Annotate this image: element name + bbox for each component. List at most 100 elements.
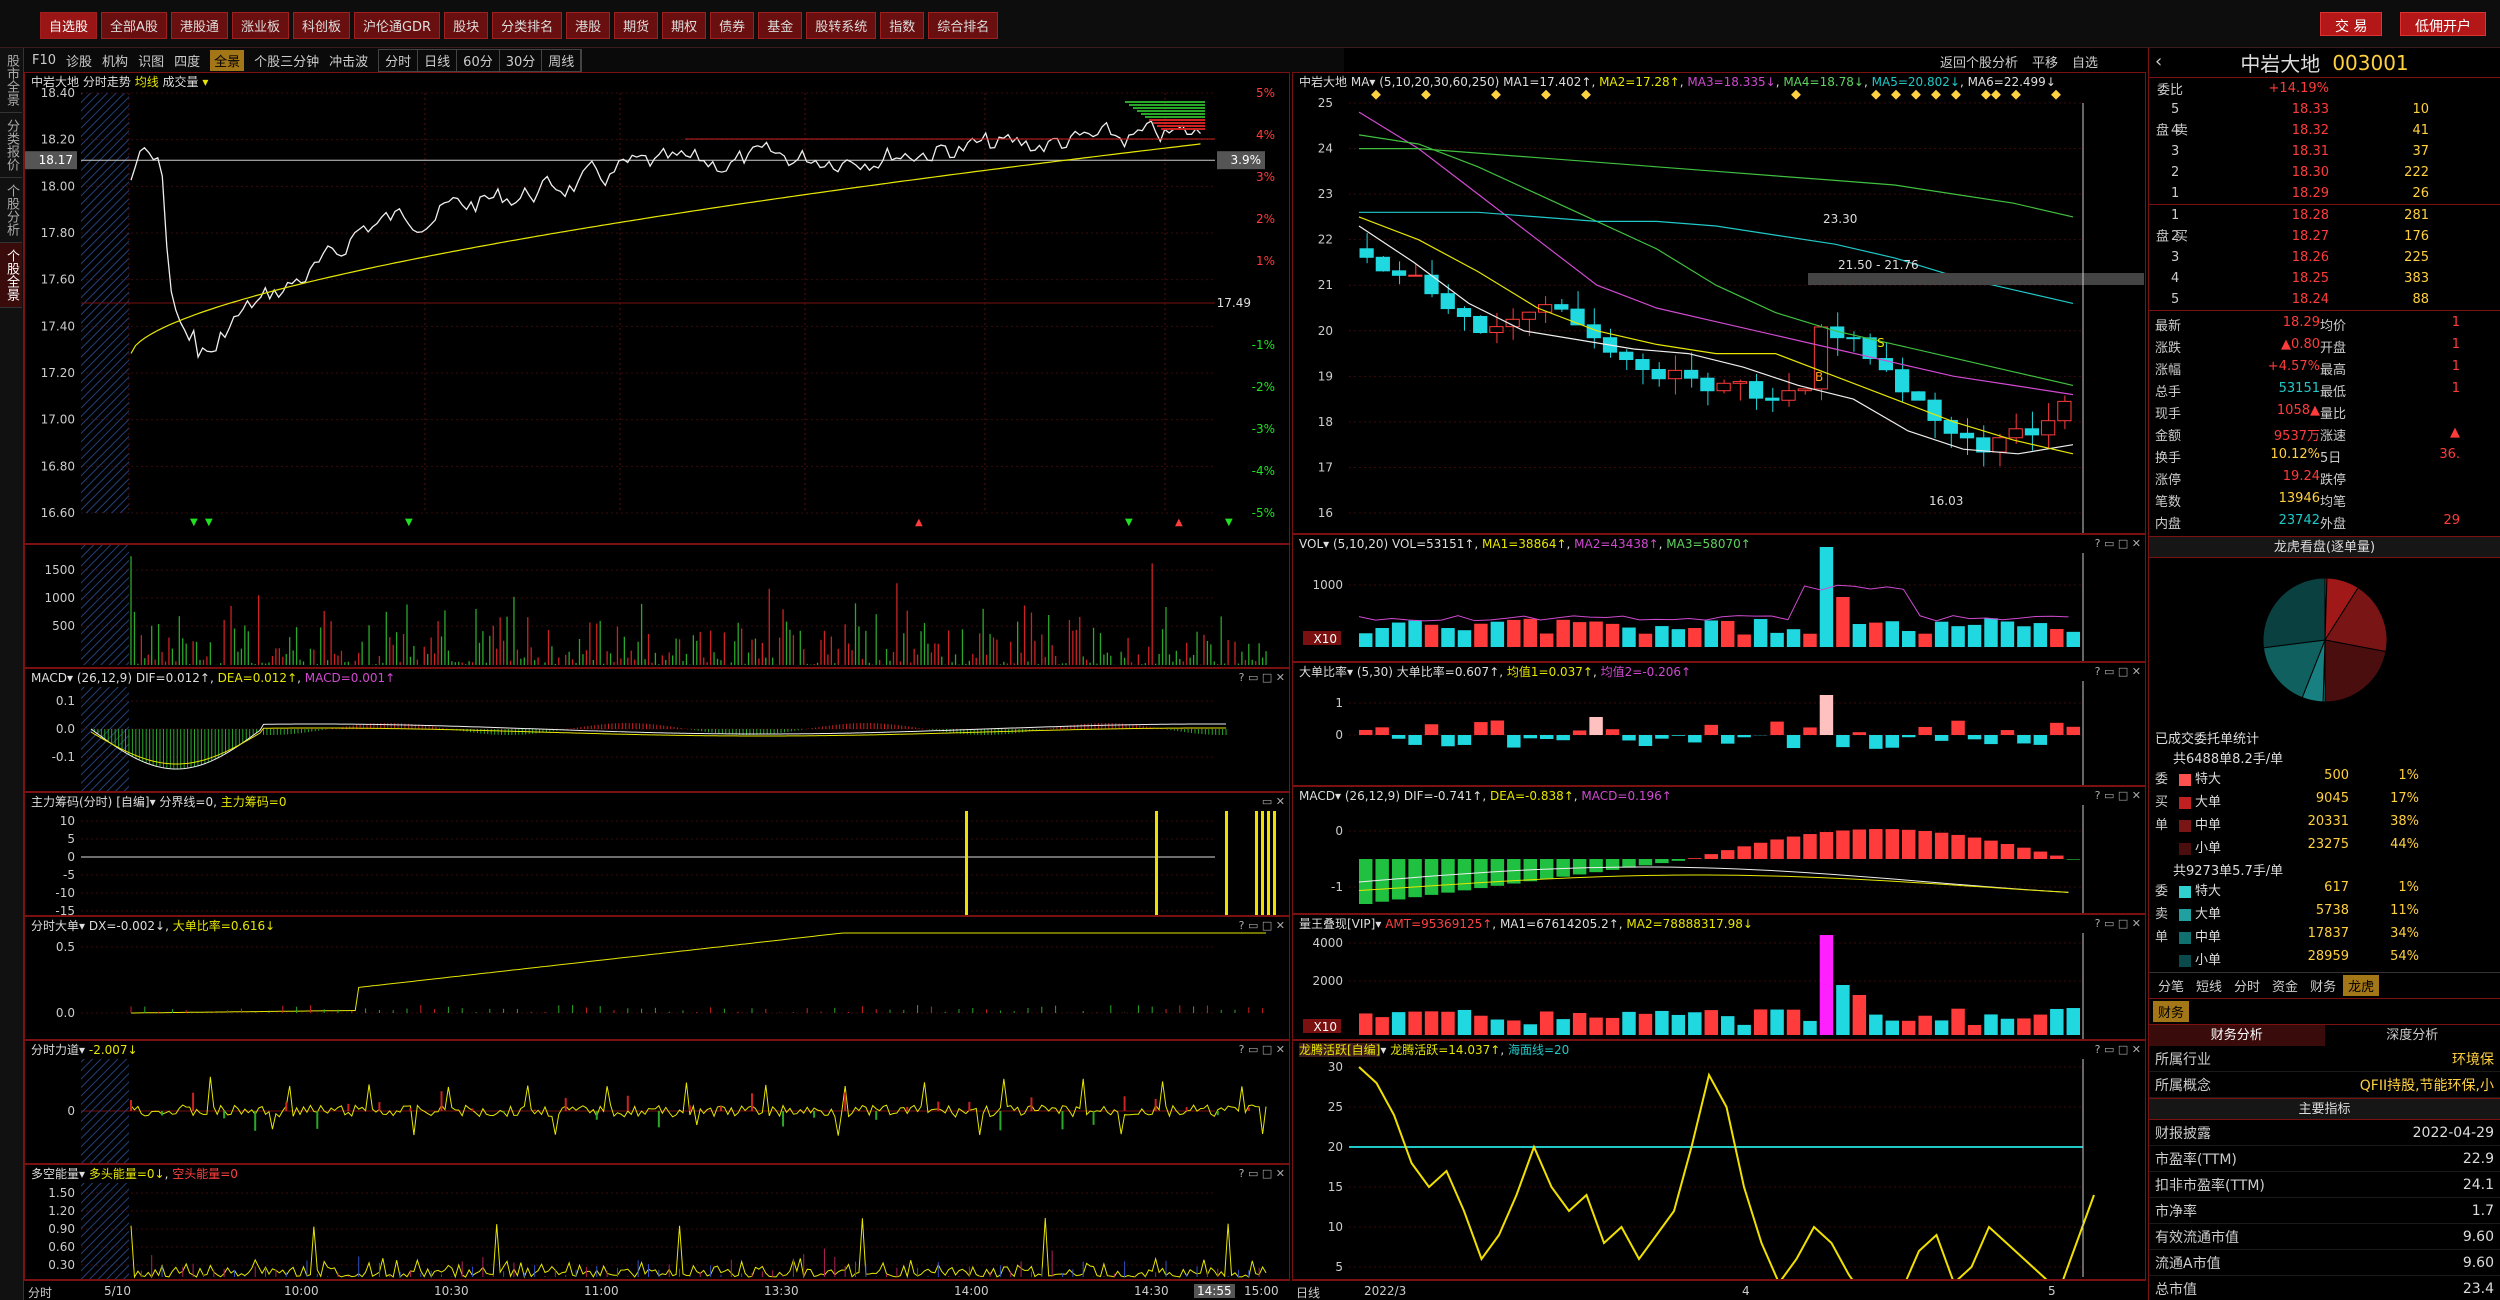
menu-item-5[interactable]: 沪伦通GDR [353, 12, 441, 39]
menu-item-6[interactable]: 股块 [444, 12, 489, 39]
kline-macd-chart[interactable]: 0 -1 [1293, 787, 2145, 913]
toolbar-active[interactable]: 全景 [210, 49, 245, 71]
tab-finance[interactable]: 财务 [2153, 1001, 2190, 1022]
price-tick: 17.20 [41, 366, 75, 380]
tab-deep-analysis[interactable]: 深度分析 [2325, 1025, 2500, 1046]
kline-volume-chart[interactable]: 1000 X10 [1293, 535, 2145, 661]
sell-count: 5738 [2315, 903, 2349, 918]
menu-item-2[interactable]: 港股通 [170, 12, 228, 39]
depth-bar [1149, 119, 1205, 121]
tab-fin-analysis[interactable]: 财务分析 [2149, 1025, 2325, 1046]
menu-item-4[interactable]: 科创板 [292, 12, 350, 39]
lo-label: 16.03 [1929, 494, 1963, 508]
menu-item-11[interactable]: 债券 [710, 12, 755, 39]
k-bar [1721, 850, 1735, 859]
menu-item-10[interactable]: 期权 [662, 12, 707, 39]
kline-time-label[interactable]: 日线 [1296, 1284, 1320, 1300]
period-1[interactable]: 日线 [418, 49, 458, 71]
intraday-dk-chart[interactable]: 1.50 1.20 0.90 0.60 0.30 [25, 1165, 1289, 1279]
info-value: 1058▲ [2276, 403, 2320, 418]
left-tab-1[interactable]: 分类报价 [0, 113, 22, 178]
menu-item-12[interactable]: 基金 [758, 12, 803, 39]
rtool-b[interactable]: 平移 [2032, 52, 2058, 71]
weibi-row: 委比 +14.19% [2149, 78, 2500, 99]
sell-side-char [2155, 949, 2179, 968]
menu-item-15[interactable]: 综合排名 [928, 12, 999, 39]
info-key: 总手 [2155, 385, 2182, 400]
intraday-dd-chart[interactable]: 0.5 0.0 [25, 917, 1289, 1039]
k-bar [1753, 1009, 1768, 1035]
intraday-chart[interactable]: 18.40 18.20 18.00 17.80 17.60 17.40 17.20 17.00… [25, 73, 1289, 543]
sell-type-label: 特大 [2195, 884, 2222, 899]
menu-item-9[interactable]: 期货 [614, 12, 659, 39]
intraday-macd-chart[interactable]: 0.1 0.0 -0.1 [25, 669, 1289, 791]
k-price-tick: 17 [1318, 460, 1333, 474]
intraday-zl-chart[interactable]: 10 5 0 -5 -10 -15 [25, 793, 1289, 915]
dk-tick: 1.20 [48, 1204, 75, 1218]
sidebar-tab-4[interactable]: 财务 [2305, 975, 2341, 996]
intraday-time-label[interactable]: 分时 [28, 1284, 52, 1300]
k-bar [1721, 735, 1735, 744]
toolbar-more-0[interactable]: 个股三分钟 [254, 51, 319, 70]
trade-button[interactable]: 交 易 [2320, 12, 2383, 36]
rtool-c[interactable]: 自选 [2072, 52, 2098, 71]
left-tab-3[interactable]: 个股全景 [0, 243, 22, 308]
info-value2: 1 [2451, 359, 2460, 374]
k-bar [1589, 859, 1603, 873]
k-price-tick: 22 [1318, 233, 1333, 247]
toolbar-more-1[interactable]: 冲击波 [329, 51, 368, 70]
period-0[interactable]: 分时 [379, 49, 419, 71]
menu-item-3[interactable]: 涨业板 [231, 12, 289, 39]
finance-key: 扣非市盈率(TTM) [2155, 1177, 2265, 1194]
sidebar-tab-1[interactable]: 短线 [2191, 975, 2227, 996]
kline-lt-chart[interactable]: 30 25 20 15 10 5 [1293, 1041, 2145, 1279]
menu-item-1[interactable]: 全部A股 [101, 12, 167, 39]
buy-total: 共6488单8.2手/单 [2173, 752, 2284, 767]
sidebar-tab-2[interactable]: 分时 [2229, 975, 2265, 996]
toolbar-item-2[interactable]: 机构 [102, 51, 128, 70]
kline-chart[interactable]: 25 24 23 22 21 20 19 18 17 16 23.30 21.50 - 21.76 16… [1293, 73, 2145, 533]
toolbar-item-0[interactable]: F10 [32, 53, 56, 68]
k-bar [1523, 618, 1537, 647]
period-4[interactable]: 周线 [542, 49, 582, 71]
sidebar-tab-5[interactable]: 龙虎 [2343, 975, 2380, 996]
intraday-volume-chart[interactable]: 1500 1000 500 [25, 545, 1289, 667]
k-bar [1836, 735, 1850, 748]
k-bar [2050, 629, 2064, 647]
k-bar [1803, 1020, 1817, 1035]
k-bar [1441, 1011, 1455, 1035]
k-bar [2000, 1018, 2015, 1035]
left-tab-2[interactable]: 个股分析 [0, 178, 22, 243]
toolbar-item-1[interactable]: 诊股 [66, 51, 92, 70]
menu-item-7[interactable]: 分类排名 [492, 12, 563, 39]
intraday-ld-chart[interactable]: 0 [25, 1041, 1289, 1163]
sidebar-tab-3[interactable]: 资金 [2267, 975, 2303, 996]
kline-lw-chart[interactable]: 4000 2000 X10 [1293, 915, 2145, 1039]
k-bar [1869, 1014, 1883, 1035]
toolbar-item-3[interactable]: 识图 [138, 51, 164, 70]
sidebar-tab-0[interactable]: 分笔 [2153, 975, 2189, 996]
finance-key: 有效流通市值 [2155, 1229, 2239, 1246]
k-bar [1902, 829, 1916, 859]
k-bar [1836, 597, 1850, 647]
menu-item-14[interactable]: 指数 [880, 12, 925, 39]
pct-tick: 2% [1256, 212, 1275, 226]
toolbar-item-4[interactable]: 四度 [174, 51, 200, 70]
time-tick: 15:00 [1244, 1284, 1279, 1298]
menu-item-0[interactable]: 自选股 [40, 12, 98, 39]
rtool-a[interactable]: 返回个股分析 [1940, 52, 2018, 71]
info-key2: 均笔 [2320, 495, 2347, 510]
time-tick: 14:00 [954, 1284, 989, 1298]
menu-item-13[interactable]: 股转系统 [806, 12, 877, 39]
period-2[interactable]: 60分 [457, 49, 500, 71]
menu-item-8[interactable]: 港股 [566, 12, 611, 39]
zl-tick: -15 [55, 904, 75, 915]
period-3[interactable]: 30分 [500, 49, 543, 71]
kline-dd-chart[interactable]: 10 [1293, 663, 2145, 785]
candle-body [1554, 304, 1569, 310]
k-bar [1770, 632, 1784, 647]
pct-tick: -5% [1252, 506, 1275, 520]
open-account-button[interactable]: 低佣开户 [2400, 12, 2486, 36]
left-tab-0[interactable]: 股市全景 [0, 48, 22, 113]
back-icon[interactable]: ‹ [2155, 51, 2162, 72]
